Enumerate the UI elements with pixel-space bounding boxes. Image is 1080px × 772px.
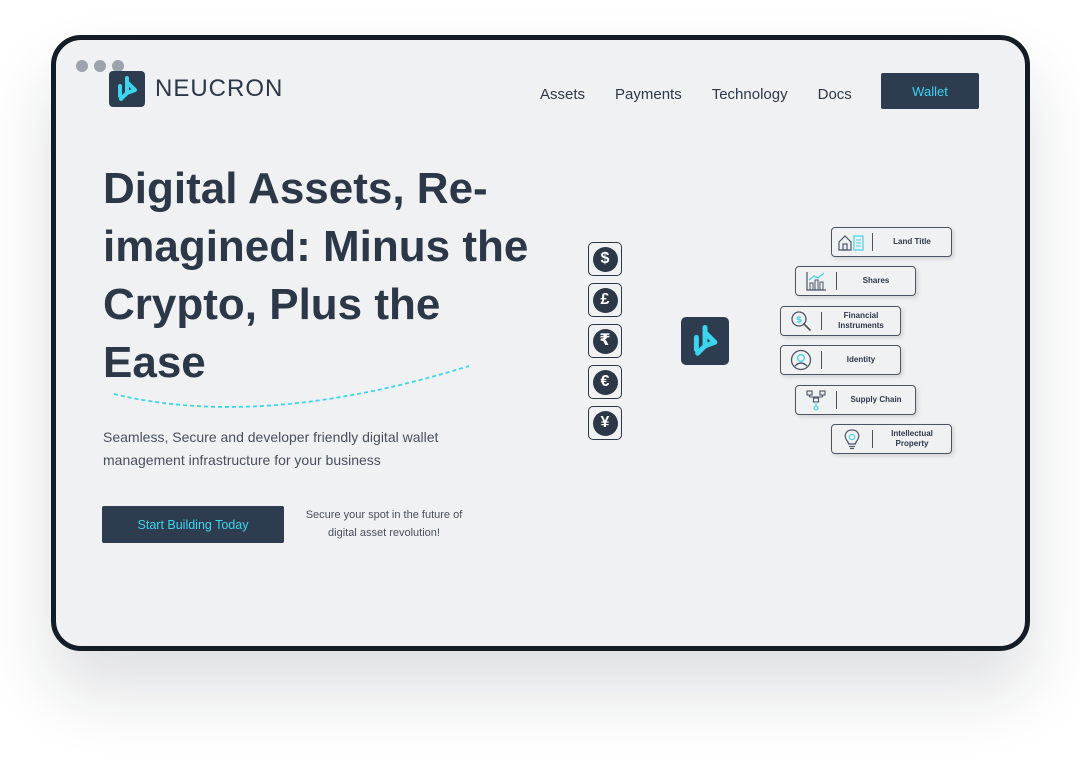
- magnifier-dollar-icon: $: [781, 307, 821, 335]
- brand-name: NEUCRON: [155, 75, 284, 102]
- asset-tag-land-title: Land Title: [831, 227, 952, 257]
- house-icon: [832, 228, 872, 256]
- asset-tag-supply-chain: Supply Chain: [795, 385, 916, 415]
- decorative-swoosh: [113, 365, 470, 408]
- dollar-icon: $: [592, 246, 618, 272]
- yen-icon: ¥: [592, 410, 618, 436]
- user-circle-icon: [781, 346, 821, 374]
- page-stage: NEUCRON Assets Payments Technology Docs …: [0, 0, 1080, 772]
- asset-tag-label: Identity: [846, 355, 876, 364]
- network-icon: [796, 386, 836, 414]
- window-dot[interactable]: [94, 60, 106, 72]
- asset-tag-intellectual-property: Intellectual Property: [831, 424, 952, 454]
- currency-item: ₹: [588, 324, 622, 358]
- asset-tag-label: Financial Instruments: [838, 311, 884, 330]
- start-building-button[interactable]: Start Building Today: [102, 506, 284, 543]
- nav-link-technology[interactable]: Technology: [712, 86, 788, 103]
- pound-icon: £: [592, 287, 618, 313]
- bar-chart-icon: [796, 267, 836, 295]
- cta-note: Secure your spot in the future of digita…: [305, 509, 463, 539]
- currency-item: €: [588, 365, 622, 399]
- asset-tag-label: Land Title: [893, 237, 931, 246]
- rupee-icon: ₹: [592, 328, 618, 354]
- neucron-logo-icon: [109, 71, 145, 107]
- currency-list: $ £ ₹ € ¥: [588, 242, 622, 440]
- nav-link-docs[interactable]: Docs: [818, 86, 852, 103]
- lightbulb-icon: [832, 425, 872, 453]
- browser-frame: NEUCRON Assets Payments Technology Docs …: [51, 35, 1030, 651]
- hero-subtext: Seamless, Secure and developer friendly …: [103, 429, 439, 468]
- asset-tag-label: Intellectual Property: [891, 429, 933, 448]
- currency-item: $: [588, 242, 622, 276]
- currency-item: ¥: [588, 406, 622, 440]
- nav-link-payments[interactable]: Payments: [615, 86, 682, 103]
- wallet-button[interactable]: Wallet: [881, 73, 979, 109]
- center-logo-icon: [681, 317, 729, 365]
- hero-headline: Digital Assets, Re-imagined: Minus the C…: [103, 164, 529, 387]
- asset-tag-label: Supply Chain: [850, 395, 902, 404]
- asset-tag-label: Shares: [862, 276, 890, 285]
- window-dot[interactable]: [76, 60, 88, 72]
- brand-logo[interactable]: NEUCRON: [109, 71, 283, 107]
- svg-text:$: $: [796, 316, 802, 326]
- main-nav: Assets Payments Technology Docs: [540, 86, 852, 103]
- euro-icon: €: [592, 369, 618, 395]
- asset-tag-shares: Shares: [795, 266, 916, 296]
- nav-link-assets[interactable]: Assets: [540, 86, 585, 103]
- asset-tag-financial-instruments: $ Financial Instruments: [780, 306, 901, 336]
- currency-item: £: [588, 283, 622, 317]
- asset-tag-identity: Identity: [780, 345, 901, 375]
